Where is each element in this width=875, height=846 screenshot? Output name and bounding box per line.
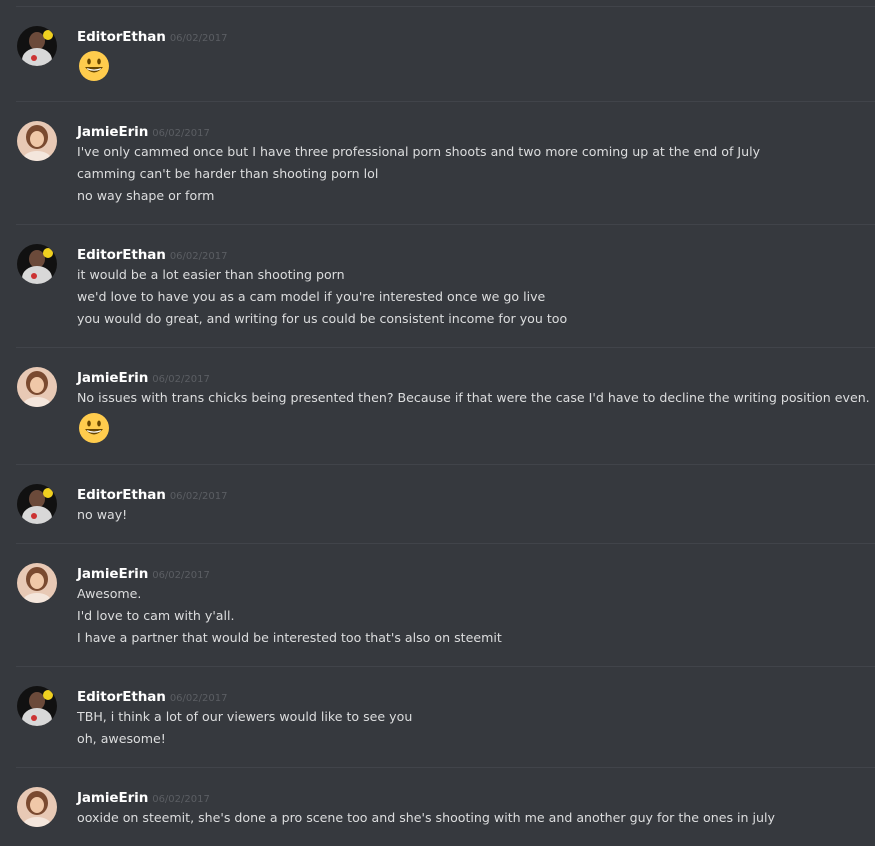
message-text: No issues with trans chicks being presen… [77,390,870,405]
timestamp: 06/02/2017 [152,570,210,581]
timestamp: 06/02/2017 [152,374,210,385]
timestamp: 06/02/2017 [169,251,228,262]
avatar-editorethan[interactable] [17,26,57,66]
message-text: it would be a lot easier than shooting p… [77,267,345,282]
smiley-emoji-icon [79,413,109,443]
message-text: we'd love to have you as a cam model if … [77,289,546,304]
username[interactable]: JamieErin [77,790,148,806]
message-divider [16,464,875,465]
message-divider [16,543,875,544]
message-header: JamieErin 06/02/2017 [77,563,210,583]
message-header: JamieErin 06/02/2017 [77,787,210,807]
message-text: no way shape or form [77,188,215,203]
message-divider [16,767,875,768]
message-text: no way! [77,507,128,522]
message-header: EditorEthan 06/02/2017 [77,484,227,504]
username[interactable]: EditorEthan [77,29,166,45]
message-text: I have a partner that would be intereste… [77,630,502,645]
message-divider [16,6,875,7]
message-text: Awesome. [77,586,142,601]
message-text: camming can't be harder than shooting po… [77,166,379,181]
timestamp: 06/02/2017 [169,693,228,704]
smiley-emoji-icon [79,51,109,81]
timestamp: 06/02/2017 [169,33,228,44]
message-divider [16,224,875,225]
avatar-jamieerin[interactable] [17,787,57,827]
chat-messages: EditorEthan 06/02/2017 JamieErin 06/02/201… [0,0,875,846]
timestamp: 06/02/2017 [152,794,210,805]
message-divider [16,101,875,102]
message-divider [16,666,875,667]
username[interactable]: JamieErin [77,370,148,386]
avatar-editorethan[interactable] [17,686,57,726]
message-header: JamieErin 06/02/2017 [77,121,210,141]
message-header: EditorEthan 06/02/2017 [77,686,227,706]
message-text: I've only cammed once but I have three p… [77,144,761,159]
message-text: ooxide on steemit, she's done a pro scen… [77,810,775,825]
username[interactable]: JamieErin [77,124,148,140]
username[interactable]: EditorEthan [77,689,166,705]
message-divider [16,347,875,348]
message-text: I'd love to cam with y'all. [77,608,235,623]
timestamp: 06/02/2017 [152,128,210,139]
message-text: oh, awesome! [77,731,166,746]
avatar-editorethan[interactable] [17,244,57,284]
avatar-jamieerin[interactable] [17,121,57,161]
message-header: EditorEthan 06/02/2017 [77,244,227,264]
username[interactable]: EditorEthan [77,247,166,263]
username[interactable]: EditorEthan [77,487,166,503]
timestamp: 06/02/2017 [169,491,228,502]
username[interactable]: JamieErin [77,566,148,582]
message-text: TBH, i think a lot of our viewers would … [77,709,413,724]
avatar-jamieerin[interactable] [17,367,57,407]
message-header: JamieErin 06/02/2017 [77,367,210,387]
message-header: EditorEthan 06/02/2017 [77,26,227,46]
avatar-jamieerin[interactable] [17,563,57,603]
avatar-editorethan[interactable] [17,484,57,524]
message-text: you would do great, and writing for us c… [77,311,568,326]
